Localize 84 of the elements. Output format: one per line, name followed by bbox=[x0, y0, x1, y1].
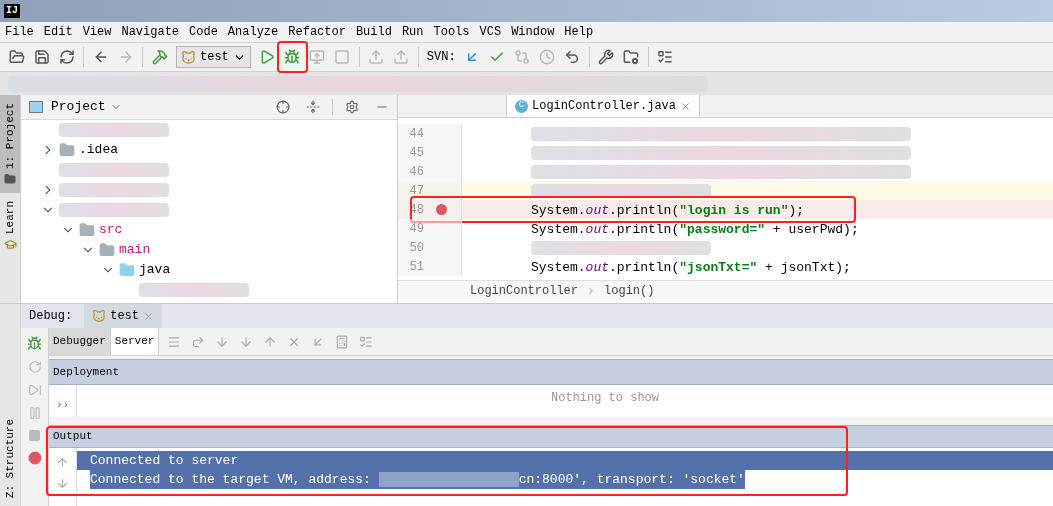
up-arrow-icon[interactable] bbox=[56, 456, 69, 469]
tree-item[interactable]: java bbox=[139, 260, 171, 280]
evaluate-icon[interactable] bbox=[335, 334, 350, 349]
code-text: System.out.println("password=" + userPwd); bbox=[531, 221, 859, 237]
breakpoints-icon[interactable] bbox=[27, 451, 42, 465]
menu-item[interactable]: VCS bbox=[479, 23, 502, 41]
menu-item[interactable]: File bbox=[5, 23, 34, 41]
run-config-dropdown[interactable]: test bbox=[176, 46, 251, 68]
expand-button[interactable]: ›› bbox=[49, 385, 77, 417]
editor-tab[interactable]: C LoginController.java bbox=[506, 95, 701, 117]
stop-icon[interactable] bbox=[28, 429, 41, 442]
line-number: 47 bbox=[408, 182, 424, 200]
app-logo: IJ bbox=[4, 4, 20, 18]
clock-icon bbox=[539, 49, 556, 65]
coverage-icon bbox=[309, 49, 326, 65]
run-icon bbox=[259, 49, 276, 65]
breakpoint-icon[interactable] bbox=[436, 204, 447, 215]
class-icon: C bbox=[515, 99, 528, 113]
attach-icon bbox=[368, 49, 385, 65]
menu-item[interactable]: Code bbox=[189, 23, 218, 41]
compare-icon bbox=[514, 49, 531, 65]
sync-icon bbox=[58, 49, 75, 65]
close-icon[interactable] bbox=[680, 100, 692, 112]
menu-item[interactable]: Edit bbox=[43, 23, 73, 41]
folder-icon bbox=[4, 173, 16, 185]
line-number: 45 bbox=[408, 144, 424, 162]
tree-item[interactable]: .idea bbox=[79, 140, 118, 160]
stop-icon bbox=[334, 49, 351, 65]
learn-icon bbox=[3, 238, 17, 252]
panel-icon bbox=[29, 101, 43, 113]
debug-icon bbox=[284, 49, 301, 65]
tree-item[interactable]: src bbox=[99, 220, 123, 240]
code-text: System.out.println("login is run"); bbox=[531, 202, 805, 218]
menu-item[interactable]: View bbox=[82, 23, 112, 41]
menu-item[interactable]: Navigate bbox=[121, 23, 180, 41]
menu-item[interactable]: Analyze bbox=[227, 23, 279, 41]
debug-icon[interactable] bbox=[27, 336, 42, 351]
tasks-icon bbox=[657, 49, 674, 65]
undo-icon bbox=[564, 49, 581, 65]
line-number: 44 bbox=[408, 125, 424, 143]
line-number: 51 bbox=[408, 258, 424, 276]
section-header: Output bbox=[53, 429, 93, 445]
deploy-icon bbox=[393, 49, 410, 65]
debug-session-tab[interactable]: test bbox=[84, 304, 163, 328]
debugger-tab[interactable]: Debugger bbox=[49, 328, 111, 355]
line-number: 46 bbox=[408, 163, 424, 181]
menu-item[interactable]: Tools bbox=[433, 23, 470, 41]
locate-icon[interactable] bbox=[276, 100, 290, 114]
down-arrow-icon[interactable] bbox=[56, 477, 69, 490]
menu-icon[interactable] bbox=[167, 334, 182, 349]
rerun-icon[interactable] bbox=[27, 360, 42, 374]
tomcat-icon bbox=[181, 49, 196, 65]
menu-item[interactable]: Refactor bbox=[288, 23, 346, 41]
menu-item[interactable]: Build bbox=[355, 23, 392, 41]
save-icon bbox=[33, 49, 50, 65]
menu-item[interactable]: Window bbox=[511, 23, 555, 41]
line-number: 50 bbox=[408, 239, 424, 257]
code-text: System.out.println("jsonTxt=" + jsonTxt); bbox=[531, 259, 851, 275]
panel-title: Debug: bbox=[29, 308, 73, 325]
collapse-icon[interactable] bbox=[306, 100, 320, 114]
side-tab[interactable]: Learn bbox=[0, 193, 20, 260]
step-out-icon[interactable] bbox=[263, 334, 278, 349]
hammer-icon bbox=[151, 49, 168, 65]
trace-icon[interactable] bbox=[359, 334, 374, 349]
folder-icon bbox=[623, 49, 640, 65]
step-over-icon[interactable] bbox=[191, 334, 206, 349]
panel-title[interactable]: Project bbox=[51, 97, 106, 117]
resume-icon[interactable] bbox=[27, 383, 42, 397]
empty-message: Nothing to show bbox=[551, 390, 659, 407]
debugger-tab[interactable]: Server bbox=[110, 328, 160, 355]
menu-item[interactable]: Help bbox=[564, 23, 594, 41]
tree-item[interactable]: main bbox=[119, 240, 151, 260]
tomcat-icon bbox=[92, 309, 107, 323]
breadcrumb[interactable]: login() bbox=[604, 282, 655, 300]
close-icon[interactable] bbox=[143, 310, 155, 322]
folder-open-icon bbox=[8, 49, 25, 65]
svn-label: SVN: bbox=[426, 49, 456, 66]
wrench-icon bbox=[598, 49, 615, 65]
section-header: Deployment bbox=[53, 364, 119, 380]
settings-icon[interactable] bbox=[345, 100, 359, 114]
breadcrumb[interactable]: LoginController bbox=[470, 282, 579, 300]
line-number: 49 bbox=[408, 220, 424, 238]
menu-item[interactable]: Run bbox=[401, 23, 424, 41]
side-tab[interactable]: 1: Project bbox=[0, 95, 20, 193]
